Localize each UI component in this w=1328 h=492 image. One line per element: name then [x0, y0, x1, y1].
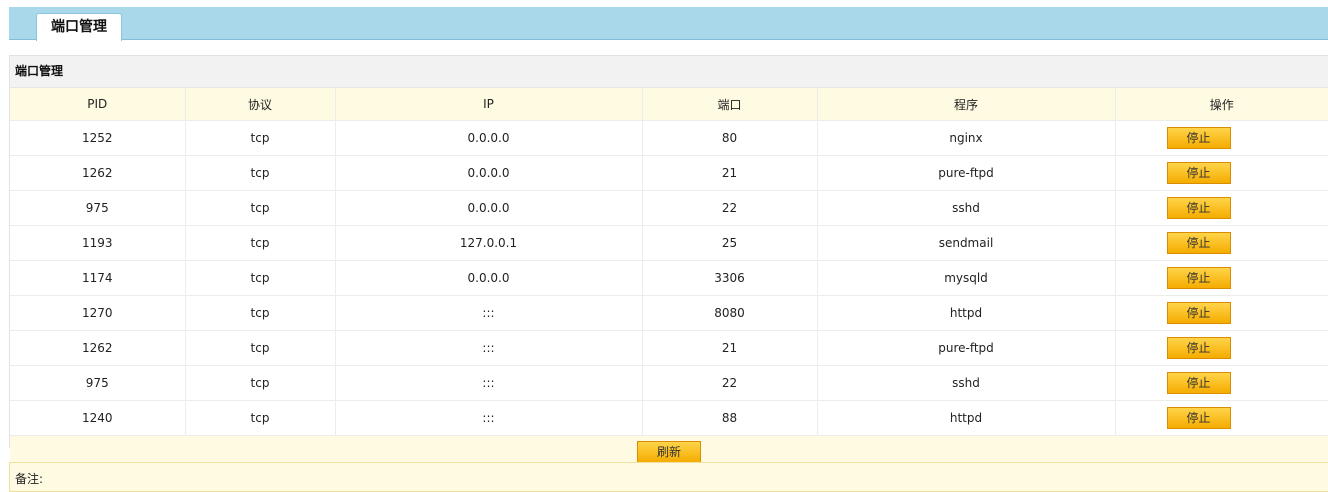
cell-protocol: tcp — [185, 295, 336, 331]
cell-protocol: tcp — [185, 225, 336, 261]
cell-program: pure-ftpd — [817, 330, 1116, 366]
cell-port: 8080 — [642, 295, 818, 331]
cell-protocol: tcp — [185, 260, 336, 296]
cell-pid: 1174 — [10, 260, 186, 296]
cell-program: nginx — [817, 120, 1116, 156]
tab-bar: 端口管理 — [9, 7, 1328, 41]
cell-action: 停止 — [1115, 330, 1328, 366]
table-row: 975 tcp 0.0.0.0 22 sshd 停止 — [10, 190, 1328, 226]
header-protocol: 协议 — [185, 88, 336, 121]
cell-action: 停止 — [1115, 155, 1328, 191]
header-pid: PID — [10, 88, 186, 121]
port-table: PID 协议 IP 端口 程序 操作 1252 tcp 0.0.0.0 80 nginx… — [10, 88, 1328, 436]
cell-action: 停止 — [1115, 260, 1328, 296]
table-header-row: PID 协议 IP 端口 程序 操作 — [10, 88, 1328, 121]
table-row: 1252 tcp 0.0.0.0 80 nginx 停止 — [10, 120, 1328, 156]
cell-pid: 975 — [10, 190, 186, 226]
stop-button[interactable]: 停止 — [1166, 232, 1231, 254]
header-action: 操作 — [1115, 88, 1328, 121]
stop-button[interactable]: 停止 — [1166, 302, 1231, 324]
cell-port: 80 — [642, 120, 818, 156]
cell-protocol: tcp — [185, 190, 336, 226]
cell-pid: 1262 — [10, 330, 186, 366]
cell-action: 停止 — [1115, 365, 1328, 401]
cell-ip: ::: — [335, 365, 643, 401]
cell-program: httpd — [817, 295, 1116, 331]
cell-pid: 1240 — [10, 400, 186, 436]
stop-button[interactable]: 停止 — [1166, 337, 1231, 359]
table-row: 975 tcp::: 22 sshd 停止 — [10, 365, 1328, 401]
cell-ip: ::: — [335, 295, 643, 331]
cell-ip: 0.0.0.0 — [335, 120, 643, 156]
cell-action: 停止 — [1115, 190, 1328, 226]
cell-ip: ::: — [335, 330, 643, 366]
panel-title: 端口管理 — [10, 56, 1328, 88]
cell-action: 停止 — [1115, 120, 1328, 156]
cell-port: 21 — [642, 330, 818, 366]
cell-pid: 975 — [10, 365, 186, 401]
cell-pid: 1270 — [10, 295, 186, 331]
cell-port: 3306 — [642, 260, 818, 296]
cell-port: 88 — [642, 400, 818, 436]
cell-action: 停止 — [1115, 400, 1328, 436]
cell-port: 22 — [642, 190, 818, 226]
cell-protocol: tcp — [185, 120, 336, 156]
cell-ip: ::: — [335, 400, 643, 436]
table-row: 1270 tcp::: 8080 httpd 停止 — [10, 295, 1328, 331]
stop-button[interactable]: 停止 — [1166, 372, 1231, 394]
stop-button[interactable]: 停止 — [1166, 127, 1231, 149]
cell-ip: 127.0.0.1 — [335, 225, 643, 261]
cell-ip: 0.0.0.0 — [335, 190, 643, 226]
cell-program: sshd — [817, 365, 1116, 401]
stop-button[interactable]: 停止 — [1166, 197, 1231, 219]
table-row: 1240 tcp::: 88 httpd 停止 — [10, 400, 1328, 436]
cell-port: 25 — [642, 225, 818, 261]
note-box: 备注: — [9, 462, 1328, 492]
cell-pid: 1252 — [10, 120, 186, 156]
table-row: 1262 tcp::: 21 pure-ftpd 停止 — [10, 330, 1328, 366]
table-row: 1193 tcp 127.0.0.1 25 sendmail 停止 — [10, 225, 1328, 261]
cell-ip: 0.0.0.0 — [335, 155, 643, 191]
cell-action: 停止 — [1115, 295, 1328, 331]
cell-program: mysqld — [817, 260, 1116, 296]
stop-button[interactable]: 停止 — [1166, 267, 1231, 289]
cell-action: 停止 — [1115, 225, 1328, 261]
cell-protocol: tcp — [185, 330, 336, 366]
cell-program: sendmail — [817, 225, 1116, 261]
header-program: 程序 — [817, 88, 1116, 121]
cell-protocol: tcp — [185, 155, 336, 191]
note-label: 备注: — [15, 472, 44, 486]
cell-port: 21 — [642, 155, 818, 191]
cell-program: pure-ftpd — [817, 155, 1116, 191]
port-management-panel: 端口管理 PID 协议 IP 端口 程序 操作 1252 tcp 0.0.0.0 80… — [9, 55, 1328, 468]
table-row: 1262 tcp 0.0.0.0 21 pure-ftpd 停止 — [10, 155, 1328, 191]
cell-pid: 1193 — [10, 225, 186, 261]
stop-button[interactable]: 停止 — [1166, 162, 1231, 184]
cell-protocol: tcp — [185, 400, 336, 436]
cell-program: sshd — [817, 190, 1116, 226]
cell-program: httpd — [817, 400, 1116, 436]
table-row: 1174 tcp 0.0.0.0 3306 mysqld 停止 — [10, 260, 1328, 296]
cell-protocol: tcp — [185, 365, 336, 401]
header-ip: IP — [335, 88, 643, 121]
cell-pid: 1262 — [10, 155, 186, 191]
cell-port: 22 — [642, 365, 818, 401]
header-port: 端口 — [642, 88, 818, 121]
tab-port-management[interactable]: 端口管理 — [36, 13, 122, 41]
cell-ip: 0.0.0.0 — [335, 260, 643, 296]
stop-button[interactable]: 停止 — [1166, 407, 1231, 429]
refresh-button[interactable]: 刷新 — [637, 441, 701, 463]
